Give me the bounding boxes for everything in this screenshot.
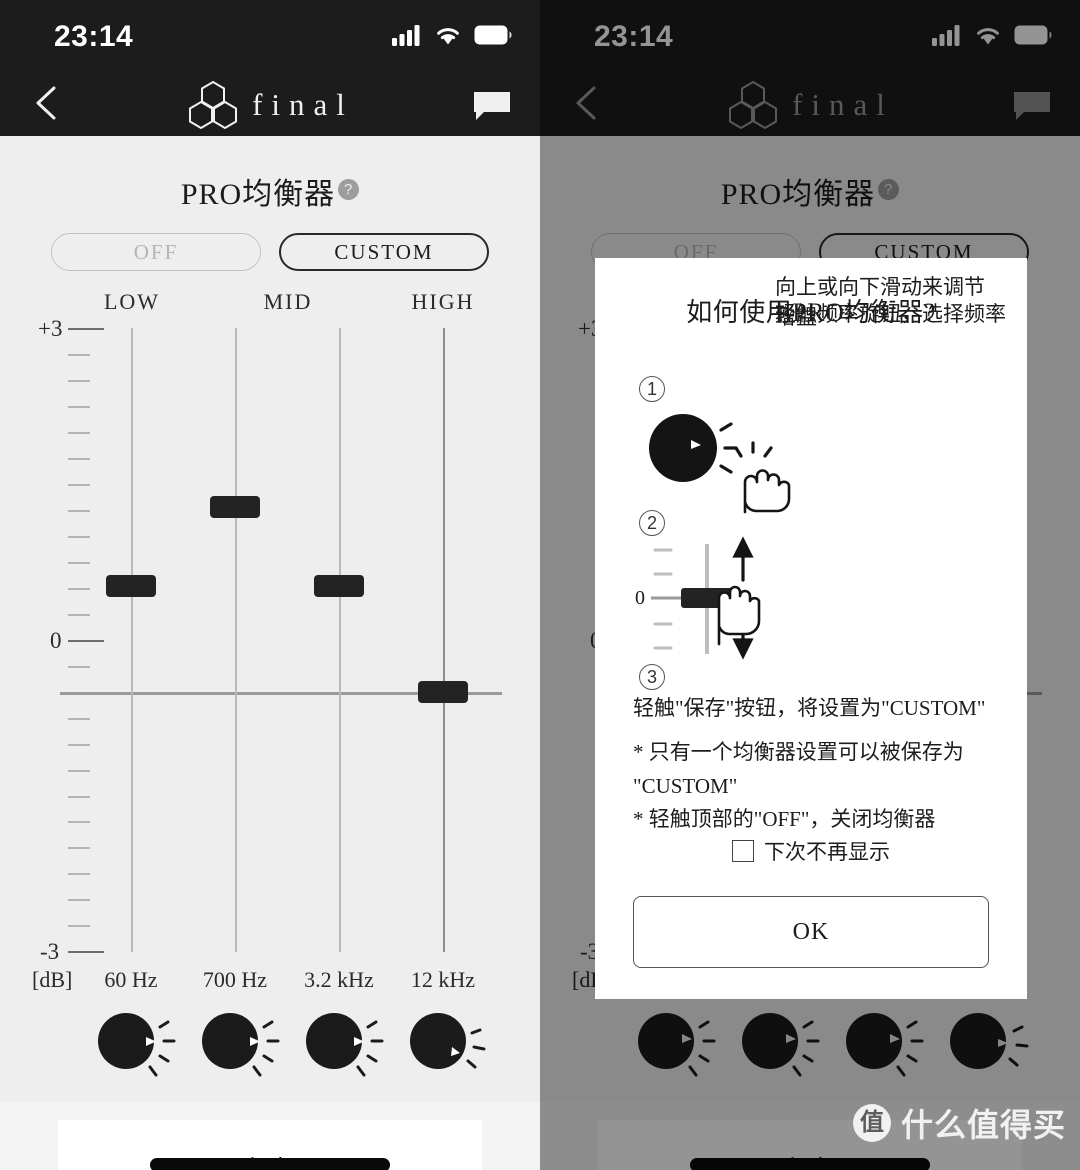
slider-thumb-3[interactable] xyxy=(314,575,364,597)
step-2-number: 2 xyxy=(639,510,665,536)
freq-label-4: 12 kHz xyxy=(410,967,476,992)
freq-label-2: 700 Hz xyxy=(202,967,268,992)
axis-label-zero: 0 xyxy=(50,628,62,653)
step-3-text: 轻触"保存"按钮，将设置为"CUSTOM" xyxy=(633,696,986,720)
status-clock: 23:14 xyxy=(54,20,134,53)
eq-content-left: PRO均衡器 ? OFF CUSTOM LOW MID HIGH +3 0 -3 xyxy=(0,136,540,1170)
slider-drag-icon: 0 xyxy=(635,536,761,660)
band-label-mid: MID xyxy=(263,289,313,314)
save-card: 保存 xyxy=(58,1120,482,1170)
eq-slider-area: +3 0 -3 xyxy=(0,316,540,964)
step-2-illustration: 0 xyxy=(623,534,1013,662)
step-3-number: 3 xyxy=(639,664,665,690)
battery-icon xyxy=(474,25,512,45)
dont-show-again-checkbox[interactable] xyxy=(732,840,754,862)
freq-label-3: 3.2 kHz xyxy=(304,967,374,992)
axis-major-tick-zero xyxy=(68,640,104,642)
save-button[interactable] xyxy=(150,1158,390,1170)
step-1-illustration xyxy=(635,404,1005,524)
step-2-zero-label: 0 xyxy=(635,587,645,609)
slider-track-4[interactable] xyxy=(443,328,445,952)
freq-label-1: 60 Hz xyxy=(104,967,158,992)
dont-show-again-label: 下次不再显示 xyxy=(764,840,890,864)
axis-minor-tick xyxy=(68,588,90,590)
axis-minor-tick xyxy=(68,614,90,616)
slider-track-1[interactable] xyxy=(131,328,133,952)
band-label-row: LOW MID HIGH xyxy=(0,289,540,319)
nav-bar-left: final xyxy=(0,70,540,136)
watermark: 值 什么值得买 xyxy=(852,1100,1066,1146)
axis-minor-tick xyxy=(68,769,90,772)
axis-label-bottom: -3 xyxy=(40,939,60,964)
axis-minor-tick xyxy=(68,743,90,746)
axis-minor-tick xyxy=(68,717,90,720)
slider-track-2[interactable] xyxy=(235,328,237,952)
mode-off-button[interactable]: OFF xyxy=(51,233,261,271)
axis-label-top: +3 xyxy=(38,316,63,341)
axis-minor-tick xyxy=(68,795,90,798)
knob-tap-icon xyxy=(649,414,791,514)
db-unit-label: [dB] xyxy=(32,967,73,992)
axis-minor-tick xyxy=(68,510,90,512)
hexagon-logo-icon xyxy=(189,80,238,130)
axis-minor-tick xyxy=(68,406,90,408)
slider-thumb-2[interactable] xyxy=(210,496,260,518)
watermark-text: 什么值得买 xyxy=(900,1107,1066,1143)
modal-notes: * 只有一个均衡器设置可以被保存为 "CUSTOM" * 轻触顶部的"OFF"，… xyxy=(633,736,1027,837)
slider-thumb-4[interactable] xyxy=(418,681,468,703)
step-1-number: 1 xyxy=(639,376,665,402)
dont-show-again-row[interactable]: 下次不再显示 xyxy=(595,836,1027,866)
mode-custom-button[interactable]: CUSTOM xyxy=(279,233,489,271)
axis-minor-tick xyxy=(68,536,90,538)
ok-button[interactable]: OK xyxy=(633,896,989,968)
page-title-text: PRO均衡器 xyxy=(180,178,336,211)
modal-note-1: * 只有一个均衡器设置可以被保存为 "CUSTOM" xyxy=(633,740,964,798)
mode-toggle-group: OFF CUSTOM xyxy=(0,233,540,271)
frequency-label-row-left: [dB] 60 Hz 700 Hz 3.2 kHz 12 kHz xyxy=(0,967,540,1001)
band-label-low: LOW xyxy=(103,289,161,314)
slider-track-3[interactable] xyxy=(339,328,341,952)
status-icons xyxy=(392,24,512,46)
save-section-left: 保存 xyxy=(0,1102,540,1170)
band-label-high: HIGH xyxy=(411,289,475,314)
axis-minor-tick xyxy=(68,899,90,902)
axis-minor-tick xyxy=(68,665,90,668)
axis-minor-tick xyxy=(68,821,90,824)
screenshot-root: 23:14 final PRO均衡器 ? OFF CUSTOM LOW MID … xyxy=(0,0,1080,1170)
brand-lockup: final xyxy=(0,80,540,130)
knob-row-left xyxy=(0,1001,540,1091)
axis-minor-tick xyxy=(68,847,90,850)
axis-minor-tick xyxy=(68,354,90,356)
axis-minor-tick xyxy=(68,925,90,928)
right-panel: 23:14 final PRO均衡器 ? OFF CUSTOM +3 -3 [d… xyxy=(540,0,1080,1170)
frequency-knob-4[interactable] xyxy=(400,1001,496,1087)
help-modal: 如何使用PRO均衡器? 1 轻触频率旋钮，选择频率 2 0 向上或向下滑动来调节… xyxy=(595,258,1027,999)
axis-minor-tick xyxy=(68,380,90,382)
page-title: PRO均衡器 ? xyxy=(0,136,540,213)
frequency-knob-3[interactable] xyxy=(296,1001,392,1087)
frequency-knob-1[interactable] xyxy=(88,1001,184,1087)
wifi-icon xyxy=(437,27,459,44)
frequency-knob-2[interactable] xyxy=(192,1001,288,1087)
chat-bubble-icon[interactable] xyxy=(472,90,512,122)
axis-minor-tick xyxy=(68,484,90,486)
status-bar-left: 23:14 xyxy=(0,0,540,70)
signal-bars-icon xyxy=(392,25,420,46)
modal-note-2: * 轻触顶部的"OFF"，关闭均衡器 xyxy=(633,807,936,832)
watermark-badge: 值 xyxy=(852,1104,891,1142)
axis-minor-tick xyxy=(68,562,90,564)
step-2-text: 向上或向下滑动来调节增益 xyxy=(775,275,985,330)
axis-minor-tick xyxy=(68,432,90,434)
axis-minor-tick xyxy=(68,873,90,876)
axis-major-tick-top xyxy=(68,328,104,330)
brand-name: final xyxy=(252,87,354,122)
axis-minor-tick xyxy=(68,458,90,460)
slider-thumb-1[interactable] xyxy=(106,575,156,597)
help-icon[interactable]: ? xyxy=(338,179,360,200)
axis-major-tick-bottom xyxy=(68,951,104,953)
left-panel: 23:14 final PRO均衡器 ? OFF CUSTOM LOW MID … xyxy=(0,0,540,1170)
